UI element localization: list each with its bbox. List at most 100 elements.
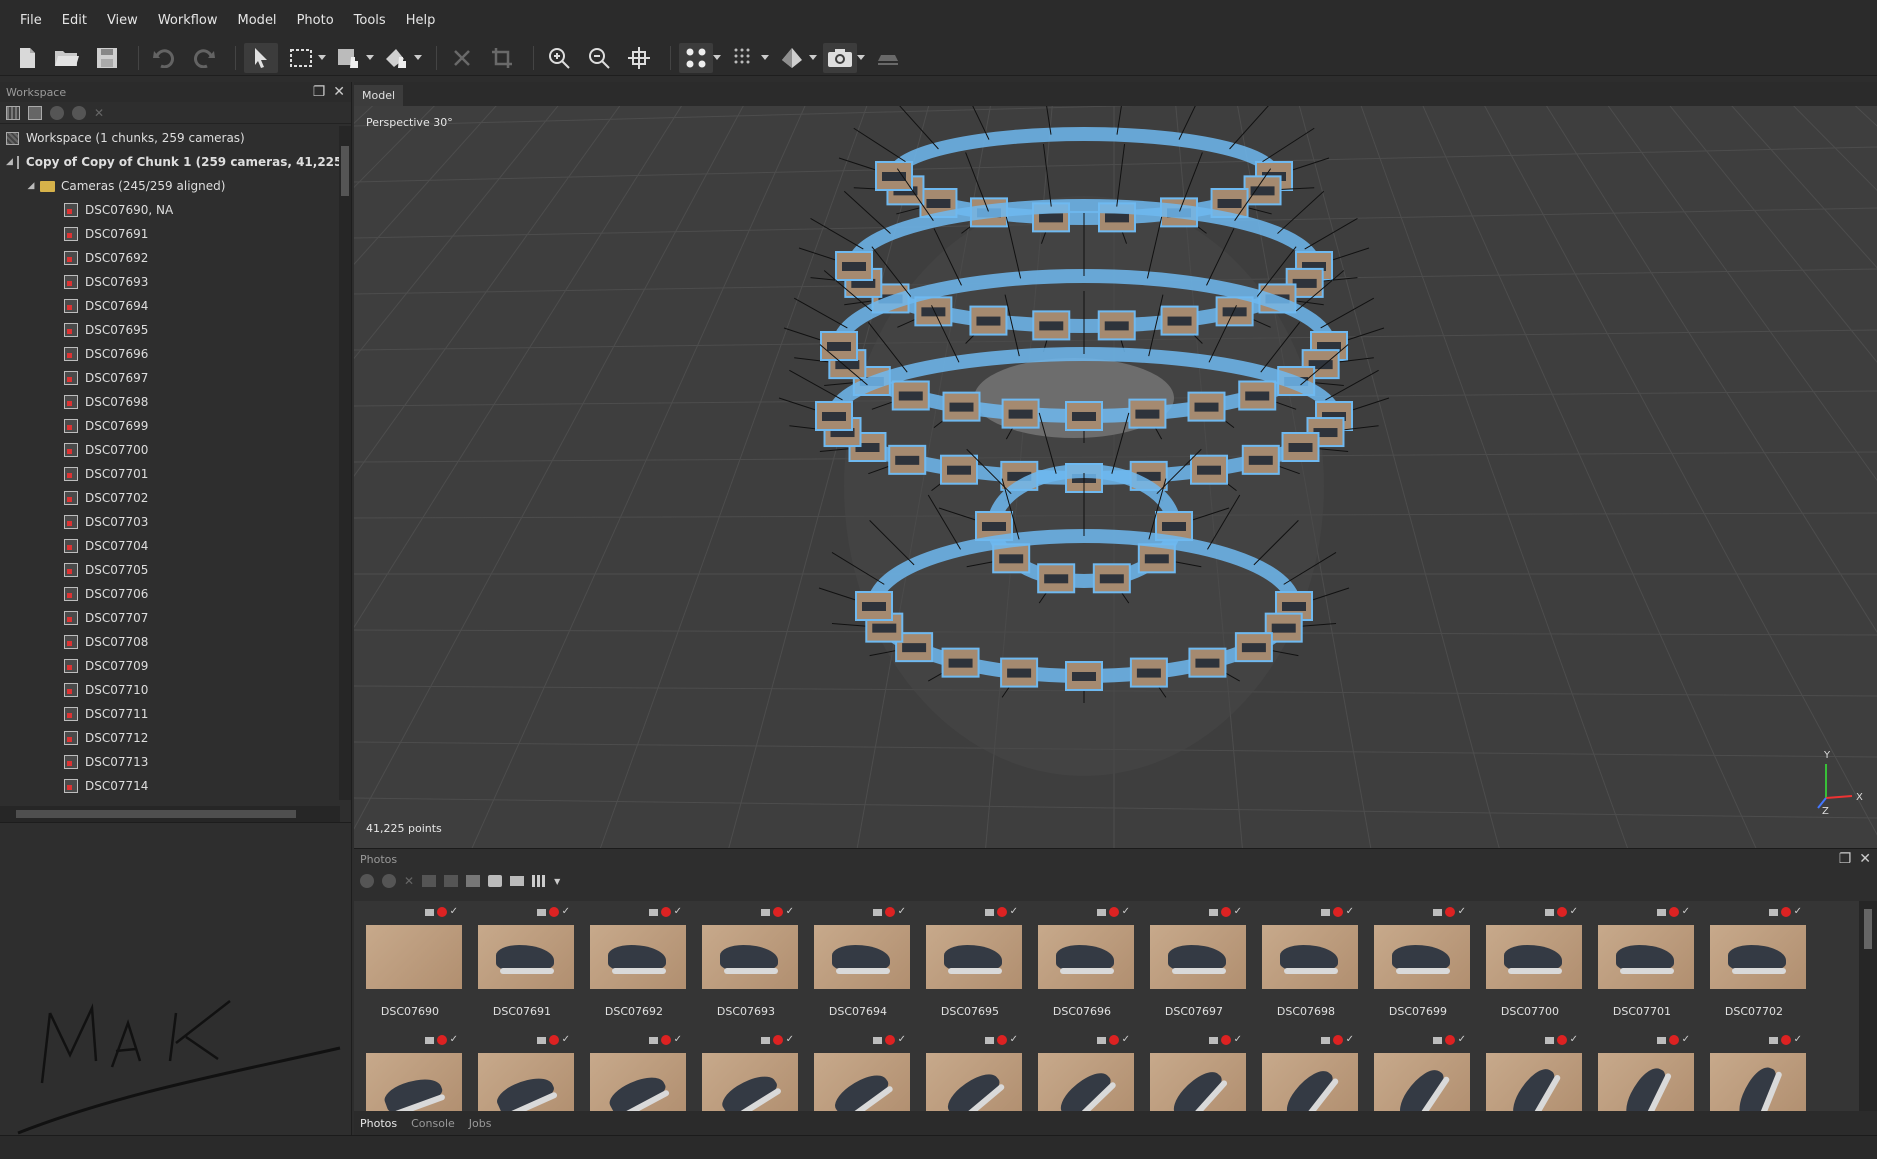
crop-icon[interactable] — [485, 43, 519, 73]
tree-camera-item[interactable]: DSC07692 — [0, 246, 340, 270]
tab-model[interactable]: Model — [354, 85, 404, 106]
tree-camera-item[interactable]: DSC07695 — [0, 318, 340, 342]
photo-thumbnail[interactable]: ✓ DSC07698 — [1250, 901, 1362, 1029]
photo-thumbnail[interactable]: ✓ DSC07697 — [1138, 901, 1250, 1029]
menu-photo[interactable]: Photo — [287, 13, 344, 28]
tree-camera-item[interactable]: DSC07711 — [0, 702, 340, 726]
menu-model[interactable]: Model — [228, 13, 287, 28]
tree-camera-item[interactable]: DSC07697 — [0, 366, 340, 390]
tree-camera-item[interactable]: DSC07691 — [0, 222, 340, 246]
layers-icon[interactable] — [871, 43, 905, 73]
menu-file[interactable]: File — [10, 13, 52, 28]
photo-thumbnail[interactable]: ✓ DSC07700 — [1474, 901, 1586, 1029]
open-folder-icon[interactable] — [50, 43, 84, 73]
photo-thumbnail[interactable]: ✓ — [1362, 1029, 1474, 1111]
chevron-down-icon[interactable]: ◢ — [6, 157, 13, 167]
photo-thumbnail[interactable]: ✓ — [1474, 1029, 1586, 1111]
undo-icon[interactable] — [147, 43, 181, 73]
point-cloud-icon[interactable] — [679, 42, 713, 73]
photo-thumbnail[interactable]: ✓ DSC07701 — [1586, 901, 1698, 1029]
tab-photos[interactable]: Photos — [360, 1117, 397, 1130]
scrollbar-thumb[interactable] — [16, 810, 296, 818]
rotate-left-icon[interactable] — [422, 875, 437, 887]
tree-camera-item[interactable]: DSC07709 — [0, 654, 340, 678]
chevron-down-icon[interactable] — [414, 43, 422, 73]
chevron-down-icon[interactable] — [809, 43, 817, 73]
navigation-tool-icon[interactable] — [332, 43, 366, 73]
new-document-icon[interactable] — [10, 43, 44, 73]
tree-camera-item[interactable]: DSC07707 — [0, 606, 340, 630]
tree-root[interactable]: Workspace (1 chunks, 259 cameras) — [0, 126, 340, 150]
float-panel-icon[interactable]: ❐ — [313, 84, 326, 100]
compare-icon[interactable] — [466, 875, 481, 887]
tree-camera-item[interactable]: DSC07700 — [0, 438, 340, 462]
reset-view-icon[interactable] — [622, 43, 656, 73]
shape-tool-icon[interactable] — [380, 43, 414, 73]
photo-thumbnail[interactable]: ✓ — [1026, 1029, 1138, 1111]
tree-camera-item[interactable]: DSC07713 — [0, 750, 340, 774]
photo-thumbnail[interactable]: ✓ — [1586, 1029, 1698, 1111]
tree-camera-item[interactable]: DSC07706 — [0, 582, 340, 606]
tree-chunk[interactable]: ◢ Copy of Copy of Chunk 1 (259 cameras, … — [0, 150, 340, 174]
tree-camera-item[interactable]: DSC07701 — [0, 462, 340, 486]
dense-cloud-icon[interactable] — [727, 43, 761, 73]
photo-thumbnail[interactable]: ✓ DSC07690 — [354, 901, 466, 1029]
tree-vertical-scrollbar[interactable] — [339, 126, 351, 800]
chevron-down-icon[interactable] — [857, 43, 865, 73]
menu-tools[interactable]: Tools — [344, 13, 396, 28]
tree-camera-item[interactable]: DSC07693 — [0, 270, 340, 294]
float-panel-icon[interactable]: ❐ — [1839, 851, 1852, 867]
photo-thumbnail[interactable]: ✓ — [466, 1029, 578, 1111]
tree-camera-item[interactable]: DSC07714 — [0, 774, 340, 798]
zoom-in-icon[interactable] — [542, 43, 576, 73]
chevron-down-icon[interactable] — [761, 43, 769, 73]
scene-canvas[interactable] — [354, 106, 1877, 848]
menu-help[interactable]: Help — [396, 13, 446, 28]
view-mode-icon[interactable] — [532, 875, 547, 887]
zoom-out-icon[interactable] — [582, 43, 616, 73]
model-view-icon[interactable] — [775, 43, 809, 73]
photo-thumbnail[interactable]: ✓ — [690, 1029, 802, 1111]
menu-edit[interactable]: Edit — [52, 13, 97, 28]
menu-view[interactable]: View — [97, 13, 148, 28]
disable-icon[interactable] — [382, 874, 396, 888]
tree-camera-item[interactable]: DSC07699 — [0, 414, 340, 438]
add-chunk-icon[interactable] — [6, 105, 20, 120]
chevron-down-icon[interactable]: ◢ — [26, 181, 36, 191]
close-icon[interactable]: ✕ — [333, 84, 345, 100]
tree-camera-item[interactable]: DSC07696 — [0, 342, 340, 366]
chevron-down-icon[interactable] — [713, 43, 721, 73]
photo-thumbnail[interactable]: ✓ — [802, 1029, 914, 1111]
remove-icon[interactable]: ✕ — [94, 106, 104, 120]
tree-camera-item[interactable]: DSC07703 — [0, 510, 340, 534]
tree-cameras-folder[interactable]: ◢ Cameras (245/259 aligned) — [0, 174, 340, 198]
photo-thumbnail[interactable]: ✓ DSC07699 — [1362, 901, 1474, 1029]
photo-thumbnail[interactable]: ✓ — [354, 1029, 466, 1111]
tree-camera-item[interactable]: DSC07708 — [0, 630, 340, 654]
scrollbar-thumb[interactable] — [341, 146, 349, 196]
save-icon[interactable] — [90, 43, 124, 73]
rotate-right-icon[interactable] — [444, 875, 459, 887]
tab-console[interactable]: Console — [411, 1117, 455, 1130]
enable-icon[interactable] — [50, 105, 64, 120]
enable-icon[interactable] — [360, 874, 374, 888]
tree-camera-item[interactable]: DSC07702 — [0, 486, 340, 510]
photo-thumbnail[interactable]: ✓ — [1138, 1029, 1250, 1111]
tree-camera-item[interactable]: DSC07694 — [0, 294, 340, 318]
scrollbar-thumb[interactable] — [1864, 909, 1872, 949]
tree-camera-item[interactable]: DSC07690, NA — [0, 198, 340, 222]
photo-thumbnail[interactable]: ✓ DSC07692 — [578, 901, 690, 1029]
tree-camera-item[interactable]: DSC07710 — [0, 678, 340, 702]
model-viewport[interactable]: Perspective 30° 41,225 points Y X Z — [354, 106, 1877, 848]
display-icon[interactable] — [510, 876, 525, 886]
photo-thumbnail[interactable]: ✓ DSC07695 — [914, 901, 1026, 1029]
redo-icon[interactable] — [187, 43, 221, 73]
chevron-down-icon[interactable]: ▼ — [554, 877, 560, 886]
mask-icon[interactable] — [488, 875, 503, 887]
chevron-down-icon[interactable] — [318, 43, 326, 73]
menu-workflow[interactable]: Workflow — [148, 13, 228, 28]
photo-thumbnail[interactable]: ✓ DSC07702 — [1698, 901, 1810, 1029]
tree-camera-item[interactable]: DSC07705 — [0, 558, 340, 582]
delete-icon[interactable] — [445, 43, 479, 73]
tree-camera-item[interactable]: DSC07698 — [0, 390, 340, 414]
